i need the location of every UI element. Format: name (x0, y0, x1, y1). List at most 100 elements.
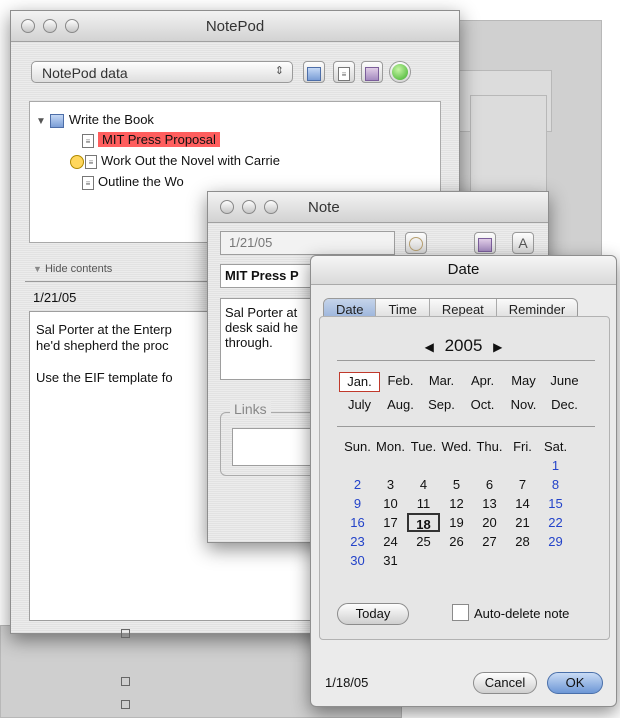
day-grid: 1 2 3 4 5 6 7 8 9 10 11 12 13 14 15 16 1… (341, 456, 572, 570)
note-icon: ≡ (82, 175, 94, 190)
day-cell[interactable]: 30 (341, 551, 374, 570)
note-titlebar[interactable]: Note (208, 192, 548, 223)
link-books-button[interactable] (361, 61, 383, 83)
disclosure-triangle-icon[interactable]: ▼ (36, 116, 46, 127)
day-cell[interactable]: 9 (341, 494, 374, 513)
resize-handle-icon[interactable] (121, 700, 130, 709)
detail-date: 1/21/05 (33, 290, 77, 305)
resize-handle-icon[interactable] (121, 629, 130, 638)
day-cell[interactable]: 24 (374, 532, 407, 551)
month-mar[interactable]: Mar. (421, 372, 462, 390)
day-cell[interactable]: 17 (374, 513, 407, 532)
day-cell[interactable] (440, 551, 473, 570)
font-button[interactable]: A (512, 232, 534, 254)
day-cell[interactable]: 16 (341, 513, 374, 532)
day-cell[interactable] (407, 456, 440, 475)
cancel-button[interactable]: Cancel (473, 672, 537, 694)
day-cell[interactable]: 4 (407, 475, 440, 494)
month-nov[interactable]: Nov. (503, 396, 544, 414)
month-sep[interactable]: Sep. (421, 396, 462, 414)
source-popup-value: NotePod data (42, 65, 128, 81)
new-book-button[interactable] (303, 61, 325, 83)
status-button[interactable] (389, 61, 411, 83)
resize-handle-icon[interactable] (121, 677, 130, 686)
day-cell[interactable]: 5 (440, 475, 473, 494)
month-feb[interactable]: Feb. (380, 372, 421, 390)
hide-contents-label: Hide contents (44, 263, 113, 275)
notepod-titlebar[interactable]: NotePod (11, 11, 459, 42)
green-light-icon (392, 64, 408, 80)
month-dec[interactable]: Dec. (544, 396, 585, 414)
day-cell[interactable]: 22 (539, 513, 572, 532)
month-jan[interactable]: Jan. (339, 372, 380, 392)
day-cell[interactable]: 25 (407, 532, 440, 551)
day-cell[interactable]: 21 (506, 513, 539, 532)
day-cell[interactable] (440, 456, 473, 475)
weekday-label: Thu. (476, 439, 503, 454)
weekday-label: Tue. (410, 439, 437, 454)
day-cell[interactable]: 23 (341, 532, 374, 551)
day-cell[interactable]: 20 (473, 513, 506, 532)
note-icon: ≡ (338, 66, 350, 81)
day-cell[interactable]: 6 (473, 475, 506, 494)
day-cell[interactable] (341, 456, 374, 475)
note-date-field[interactable]: 1/21/05 (220, 231, 395, 255)
date-panel-titlebar[interactable]: Date (311, 256, 616, 285)
weekday-label: Sun. (344, 439, 371, 454)
day-cell[interactable]: 7 (506, 475, 539, 494)
day-cell[interactable]: 29 (539, 532, 572, 551)
minimize-icon[interactable] (242, 200, 256, 214)
hide-contents-toggle[interactable]: ▼ Hide contents (33, 263, 112, 275)
close-icon[interactable] (220, 200, 234, 214)
day-cell[interactable] (473, 551, 506, 570)
popup-arrows-icon: ⇕ (274, 65, 284, 77)
day-cell[interactable] (473, 456, 506, 475)
day-cell[interactable]: 1 (539, 456, 572, 475)
month-aug[interactable]: Aug. (380, 396, 421, 414)
new-note-button[interactable]: ≡ (333, 61, 355, 83)
day-cell[interactable] (374, 456, 407, 475)
books-button[interactable] (474, 232, 496, 254)
day-cell[interactable]: 19 (440, 513, 473, 532)
day-cell[interactable]: 11 (407, 494, 440, 513)
day-cell[interactable]: 14 (506, 494, 539, 513)
tree-item-write-the-book[interactable]: ▼ Write the Book (36, 110, 154, 130)
auto-delete-checkbox[interactable] (452, 604, 469, 621)
day-cell-selected[interactable]: 18 (407, 513, 440, 532)
year-label: 2005 (444, 336, 483, 355)
day-cell[interactable] (539, 551, 572, 570)
ok-button[interactable]: OK (547, 672, 603, 694)
weekday-header: Sun. Mon. Tue. Wed. Thu. Fri. Sat. (341, 437, 572, 456)
day-cell[interactable]: 27 (473, 532, 506, 551)
day-cell[interactable]: 13 (473, 494, 506, 513)
tree-item-work-out-novel[interactable]: ≡ Work Out the Novel with Carrie (70, 151, 280, 171)
day-cell[interactable] (506, 456, 539, 475)
day-cell[interactable]: 26 (440, 532, 473, 551)
note-icon: ≡ (85, 154, 97, 169)
month-apr[interactable]: Apr. (462, 372, 503, 390)
day-cell[interactable]: 10 (374, 494, 407, 513)
tree-item-mit-press-proposal[interactable]: ≡ MIT Press Proposal (82, 130, 220, 150)
day-cell[interactable]: 31 (374, 551, 407, 570)
day-cell[interactable]: 8 (539, 475, 572, 494)
day-cell[interactable]: 12 (440, 494, 473, 513)
today-button[interactable]: Today (337, 603, 409, 625)
month-grid: Jan. Feb. Mar. Apr. May June July Aug. S… (339, 372, 585, 414)
tree-item-outline[interactable]: ≡ Outline the Wo (82, 172, 184, 192)
day-cell[interactable]: 15 (539, 494, 572, 513)
day-cell[interactable]: 3 (374, 475, 407, 494)
prev-year-arrow-icon[interactable]: ◀ (425, 340, 434, 354)
alarm-button[interactable] (405, 232, 427, 254)
month-oct[interactable]: Oct. (462, 396, 503, 414)
zoom-icon[interactable] (264, 200, 278, 214)
source-popup[interactable]: NotePod data ⇕ (31, 61, 293, 83)
day-cell[interactable]: 2 (341, 475, 374, 494)
day-cell[interactable] (407, 551, 440, 570)
next-year-arrow-icon[interactable]: ▶ (493, 340, 502, 354)
month-jul[interactable]: July (339, 396, 380, 414)
day-cell[interactable]: 28 (506, 532, 539, 551)
day-cell[interactable] (506, 551, 539, 570)
month-may[interactable]: May (503, 372, 544, 390)
year-selector: ◀ 2005 ▶ (311, 336, 616, 356)
month-jun[interactable]: June (544, 372, 585, 390)
